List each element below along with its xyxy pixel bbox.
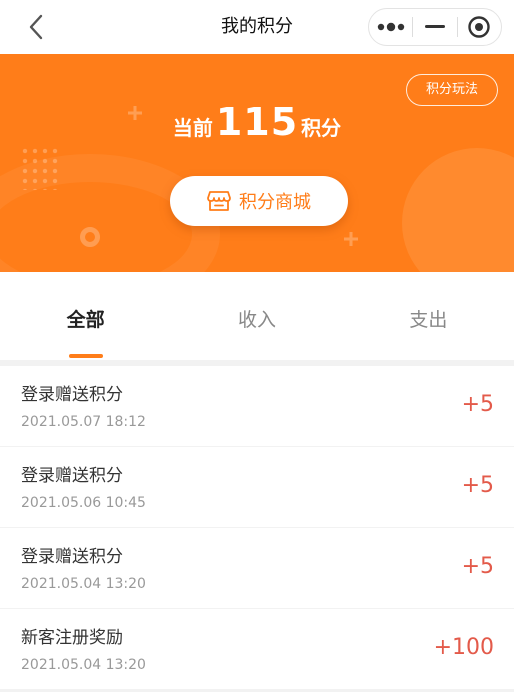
decorative-dots [20,146,60,190]
points-record-list: 登录赠送积分 2021.05.07 18:12 +5 登录赠送积分 2021.0… [0,366,514,690]
tab-label: 收入 [237,309,276,331]
tab-label: 全部 [66,309,105,331]
record-amount: +5 [461,392,494,417]
record-title: 新客注册奖励 [21,628,123,648]
mini-program-capsule [368,8,502,46]
points-mall-button[interactable]: 积分商城 [170,176,348,226]
tab-label: 支出 [409,309,448,331]
minimize-button[interactable] [413,9,456,45]
record-amount: +5 [461,473,494,498]
filter-tabs: 全部 收入 支出 [0,272,514,360]
record-title: 登录赠送积分 [21,547,123,567]
list-item[interactable]: 新客注册奖励 2021.05.04 13:20 +100 [0,609,514,689]
record-title: 登录赠送积分 [21,466,123,486]
record-time: 2021.05.04 13:20 [21,576,146,592]
points-prefix: 当前 [172,116,213,140]
record-amount: +100 [433,635,494,660]
record-time: 2021.05.06 10:45 [21,495,146,511]
decorative-ring [80,227,100,247]
minus-icon [424,25,445,28]
record-amount: +5 [461,554,494,579]
points-mall-label: 积分商城 [239,192,311,213]
record-title: 登录赠送积分 [21,385,123,405]
list-item[interactable]: 登录赠送积分 2021.05.06 10:45 +5 [0,447,514,527]
shop-icon [207,190,231,212]
record-time: 2021.05.07 18:12 [21,414,146,430]
decorative-plus-icon [344,232,358,246]
close-button[interactable] [458,9,501,45]
tab-all[interactable]: 全部 [0,272,171,360]
more-button[interactable] [369,9,412,45]
navigation-bar: 我的积分 [0,0,514,54]
points-summary: 当前115 积分 [0,100,514,144]
tab-income[interactable]: 收入 [171,272,342,360]
list-item[interactable]: 登录赠送积分 2021.05.04 13:20 +5 [0,528,514,608]
points-banner: 积分玩法 当前115 积分 积分商城 [0,54,514,272]
target-circle-icon [468,16,491,38]
decorative-circle [402,148,514,272]
record-time: 2021.05.04 13:20 [21,657,146,673]
list-item[interactable]: 登录赠送积分 2021.05.07 18:12 +5 [0,366,514,446]
points-suffix: 积分 [301,116,342,140]
active-tab-indicator [68,354,103,358]
more-dots-icon [377,22,404,32]
points-value: 115 [215,100,299,144]
tab-expense[interactable]: 支出 [343,272,514,360]
